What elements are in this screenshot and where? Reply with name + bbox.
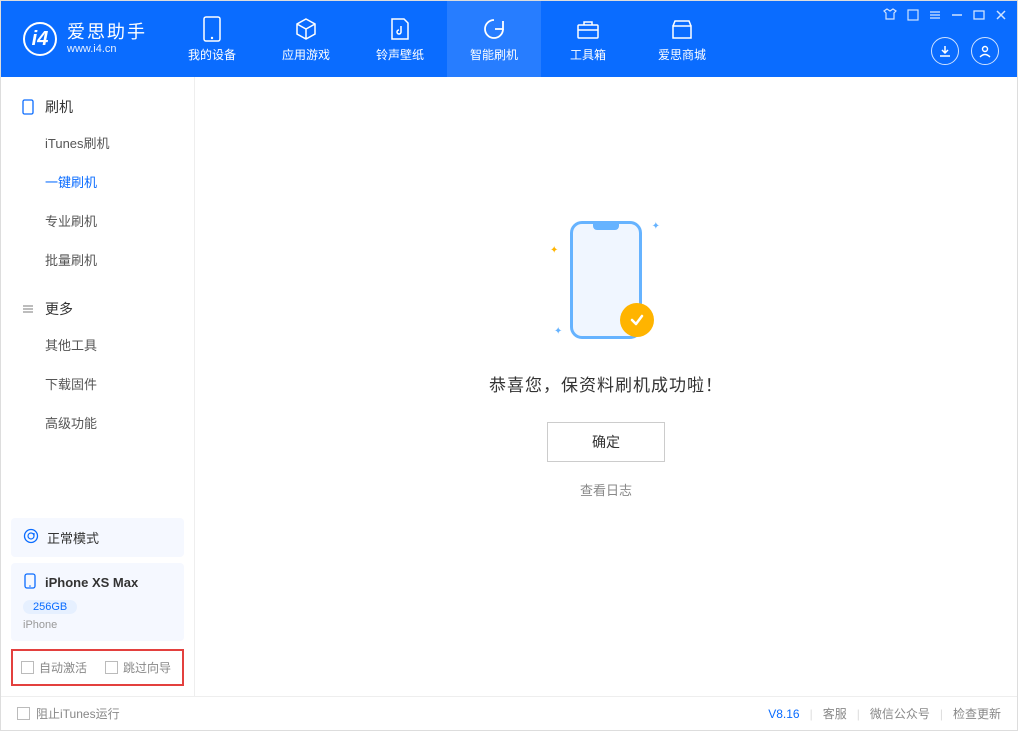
tab-apps-games[interactable]: 应用游戏 [259, 1, 353, 77]
separator: | [810, 707, 813, 721]
phone-icon [199, 16, 225, 42]
sync-icon [23, 528, 39, 547]
toolbox-icon [575, 16, 601, 42]
section-title: 刷机 [45, 97, 73, 117]
device-type: iPhone [23, 619, 172, 631]
shirt-icon[interactable] [883, 7, 897, 26]
mode-box: 正常模式 [11, 518, 184, 557]
sidebar-item-itunes-flash[interactable]: iTunes刷机 [1, 123, 194, 162]
device-storage: 256GB [23, 600, 77, 614]
checkbox-icon [105, 661, 118, 674]
main-tabs: 我的设备 应用游戏 铃声壁纸 智能刷机 工具箱 爱思商城 [165, 1, 729, 77]
menu-icon[interactable] [929, 8, 941, 26]
checkbox-auto-activate[interactable]: 自动激活 [21, 659, 87, 676]
view-log-link[interactable]: 查看日志 [580, 480, 632, 499]
highlighted-options: 自动激活 跳过向导 [11, 649, 184, 686]
sidebar-section-more: 更多 [1, 293, 194, 325]
tab-label: 铃声壁纸 [376, 46, 424, 63]
logo-icon: i4 [23, 22, 57, 56]
section-title: 更多 [45, 299, 73, 319]
footer-link-wechat[interactable]: 微信公众号 [870, 705, 930, 722]
footer-link-service[interactable]: 客服 [823, 705, 847, 722]
checkbox-icon [21, 661, 34, 674]
tab-label: 应用游戏 [282, 46, 330, 63]
success-message: 恭喜您，保资料刷机成功啦！ [489, 371, 723, 396]
mode-label: 正常模式 [47, 528, 99, 547]
close-icon[interactable] [995, 8, 1007, 26]
tab-my-device[interactable]: 我的设备 [165, 1, 259, 77]
checkbox-label: 自动激活 [39, 659, 87, 676]
download-button[interactable] [931, 37, 959, 65]
header-actions [931, 37, 1007, 71]
phone-outline-icon [21, 100, 35, 114]
sparkle-icon: ✦ [652, 221, 660, 232]
separator: | [940, 707, 943, 721]
sidebar: 刷机 iTunes刷机 一键刷机 专业刷机 批量刷机 更多 其他工具 下载固件 … [1, 77, 195, 696]
cube-icon [293, 16, 319, 42]
tab-label: 爱思商城 [658, 46, 706, 63]
mini-window-icon[interactable] [907, 8, 919, 26]
list-icon [21, 302, 35, 316]
sidebar-item-download-firmware[interactable]: 下载固件 [1, 364, 194, 403]
device-phone-icon [23, 573, 37, 592]
sidebar-section-flash: 刷机 [1, 91, 194, 123]
sidebar-item-advanced[interactable]: 高级功能 [1, 403, 194, 442]
footer: 阻止iTunes运行 V8.16 | 客服 | 微信公众号 | 检查更新 [1, 696, 1017, 730]
brand-url: www.i4.cn [67, 43, 147, 55]
sparkle-icon: ✦ [554, 326, 562, 337]
success-illustration: ✦ ✦ ✦ [556, 215, 656, 345]
footer-link-update[interactable]: 检查更新 [953, 705, 1001, 722]
version-label: V8.16 [768, 707, 799, 721]
sidebar-item-oneclick-flash[interactable]: 一键刷机 [1, 162, 194, 201]
tab-smart-flash[interactable]: 智能刷机 [447, 1, 541, 77]
store-icon [669, 16, 695, 42]
header-right [883, 1, 1007, 77]
sidebar-item-pro-flash[interactable]: 专业刷机 [1, 201, 194, 240]
user-button[interactable] [971, 37, 999, 65]
tab-label: 工具箱 [570, 46, 606, 63]
sidebar-item-batch-flash[interactable]: 批量刷机 [1, 240, 194, 279]
checkbox-skip-guide[interactable]: 跳过向导 [105, 659, 171, 676]
tab-ringtones-wallpapers[interactable]: 铃声壁纸 [353, 1, 447, 77]
device-name: iPhone XS Max [45, 575, 138, 590]
tab-store[interactable]: 爱思商城 [635, 1, 729, 77]
app-header: i4 爱思助手 www.i4.cn 我的设备 应用游戏 铃声壁纸 智能刷机 工具… [1, 1, 1017, 77]
checkbox-icon [17, 707, 30, 720]
device-box[interactable]: iPhone XS Max 256GB iPhone [11, 563, 184, 641]
checkbox-label: 跳过向导 [123, 659, 171, 676]
brand-name: 爱思助手 [67, 23, 147, 43]
logo-text: 爱思助手 www.i4.cn [67, 23, 147, 55]
checkbox-label: 阻止iTunes运行 [36, 705, 120, 722]
tab-label: 智能刷机 [470, 46, 518, 63]
check-badge-icon [620, 303, 654, 337]
window-controls [883, 7, 1007, 26]
sidebar-item-other-tools[interactable]: 其他工具 [1, 325, 194, 364]
ok-button[interactable]: 确定 [547, 422, 665, 462]
logo-area: i4 爱思助手 www.i4.cn [1, 22, 165, 56]
maximize-icon[interactable] [973, 8, 985, 26]
tab-toolbox[interactable]: 工具箱 [541, 1, 635, 77]
sparkle-icon: ✦ [550, 245, 558, 256]
footer-right: V8.16 | 客服 | 微信公众号 | 检查更新 [768, 705, 1001, 722]
refresh-icon [481, 16, 507, 42]
tab-label: 我的设备 [188, 46, 236, 63]
separator: | [857, 707, 860, 721]
checkbox-block-itunes[interactable]: 阻止iTunes运行 [17, 705, 120, 722]
main-content: ✦ ✦ ✦ 恭喜您，保资料刷机成功啦！ 确定 查看日志 [195, 77, 1017, 696]
music-file-icon [387, 16, 413, 42]
minimize-icon[interactable] [951, 8, 963, 26]
